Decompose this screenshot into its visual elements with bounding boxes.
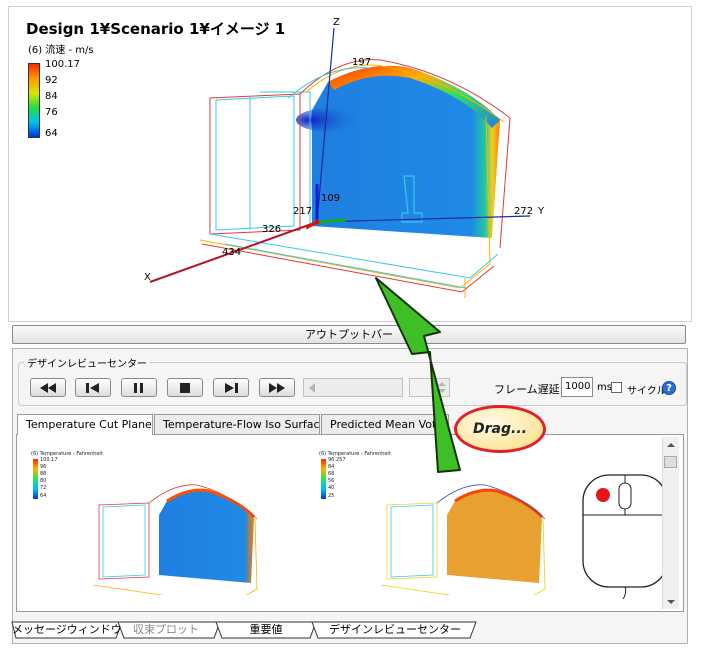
- drag-callout: Drag...: [454, 405, 546, 453]
- tab-temperature-cut-plane[interactable]: Temperature Cut Plane: [17, 414, 153, 435]
- drag-arrow-overlay: [375, 277, 461, 473]
- drag-arrow-icon: [375, 277, 461, 473]
